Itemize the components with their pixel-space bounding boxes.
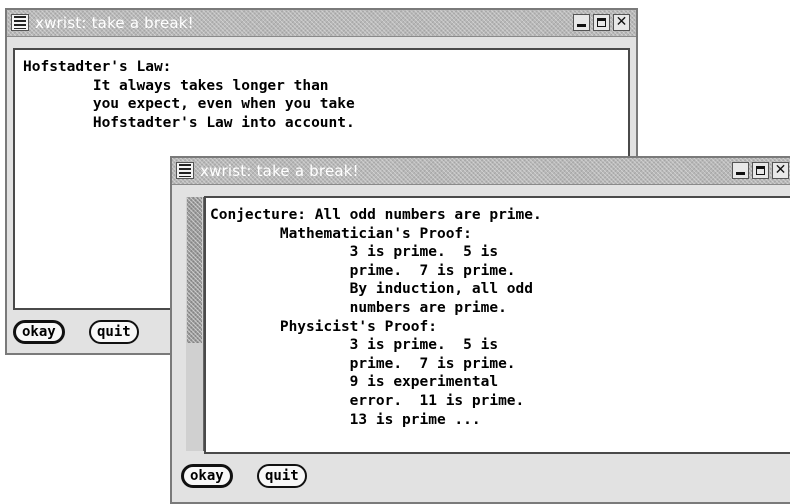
- message-line: 3 is prime. 5 is: [210, 244, 499, 261]
- message-line: prime. 7 is prime.: [210, 262, 516, 279]
- message-line: numbers are prime.: [210, 299, 507, 316]
- message-line: you expect, even when you take: [23, 96, 355, 113]
- xwrist-window-front: xwrist: take a break! ✕ Conjecture: All …: [170, 156, 790, 504]
- message-line: Conjecture: All odd numbers are prime.: [210, 207, 542, 223]
- message-line: 9 is experimental: [210, 374, 499, 391]
- titlebar[interactable]: xwrist: take a break! ✕: [172, 158, 790, 185]
- window-title: xwrist: take a break!: [35, 14, 194, 32]
- maximize-icon[interactable]: [752, 162, 769, 179]
- scrollbar-thumb[interactable]: [187, 197, 202, 343]
- window-title: xwrist: take a break!: [200, 162, 359, 180]
- message-line: Physicist's Proof:: [210, 318, 437, 335]
- scrollbar[interactable]: [186, 197, 204, 451]
- minimize-icon[interactable]: [732, 162, 749, 179]
- message-line: 13 is prime ...: [210, 411, 481, 428]
- window-menu-icon[interactable]: [11, 14, 29, 31]
- okay-button[interactable]: okay: [13, 320, 65, 344]
- message-line: 3 is prime. 5 is: [210, 337, 499, 354]
- message-line: Hofstadter's Law into account.: [23, 114, 355, 131]
- quit-button[interactable]: quit: [257, 464, 307, 488]
- message-line: error. 11 is prime.: [210, 392, 525, 409]
- message-line: Hofstadter's Law:: [23, 59, 172, 75]
- titlebar[interactable]: xwrist: take a break! ✕: [7, 10, 636, 37]
- message-line: Mathematician's Proof:: [210, 225, 472, 242]
- message-line: By induction, all odd: [210, 281, 534, 298]
- maximize-icon[interactable]: [593, 14, 610, 31]
- window-menu-icon[interactable]: [176, 162, 194, 179]
- close-icon[interactable]: ✕: [772, 162, 789, 179]
- okay-button[interactable]: okay: [181, 464, 233, 488]
- minimize-icon[interactable]: [573, 14, 590, 31]
- message-line: It always takes longer than: [23, 77, 329, 94]
- message-line: prime. 7 is prime.: [210, 355, 516, 372]
- message-text-area[interactable]: Conjecture: All odd numbers are prime. M…: [204, 196, 790, 454]
- close-icon[interactable]: ✕: [613, 14, 630, 31]
- quit-button[interactable]: quit: [89, 320, 139, 344]
